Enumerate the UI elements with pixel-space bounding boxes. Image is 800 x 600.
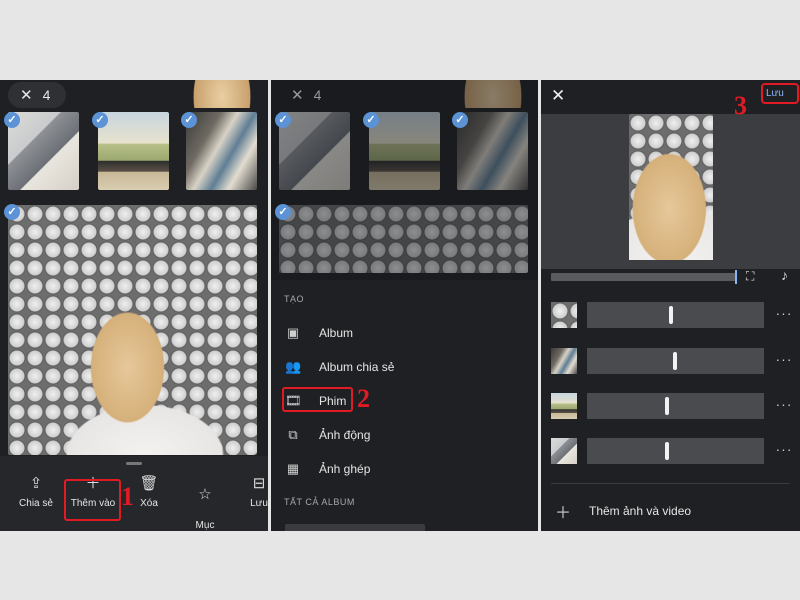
album-list-item[interactable] — [285, 524, 425, 531]
clip-trim-handle[interactable] — [673, 352, 677, 370]
create-section-header: TẠO — [284, 294, 305, 304]
sheet-handle[interactable] — [126, 462, 142, 465]
close-icon[interactable]: ✕ — [551, 86, 565, 106]
share-icon: ⇪ — [29, 475, 43, 492]
shared-album-icon: 👥 — [285, 359, 302, 374]
highlight-box — [64, 479, 121, 521]
star-icon: ☆ — [198, 486, 212, 503]
dim-overlay — [271, 80, 538, 280]
highlight-box — [282, 387, 353, 412]
clip-track[interactable]: ··· — [551, 348, 794, 374]
plus-icon: ＋ — [555, 505, 572, 522]
check-icon[interactable]: ✓ — [4, 204, 20, 220]
menu-item-animation[interactable]: ⧉ Ảnh động — [285, 427, 370, 443]
selected-count: 4 — [313, 87, 322, 103]
more-options-icon[interactable]: ··· — [774, 396, 794, 412]
more-options-icon[interactable]: ··· — [774, 441, 794, 457]
add-photos-videos-button[interactable]: ＋ Thêm ảnh và video — [555, 499, 691, 523]
highlight-box — [761, 83, 799, 104]
all-albums-section-header: TẤT CẢ ALBUM — [284, 497, 355, 507]
divider — [551, 483, 790, 484]
check-icon[interactable]: ✓ — [4, 112, 20, 128]
aspect-ratio-icon[interactable]: ⛶ — [746, 269, 754, 284]
thumbnail-van[interactable] — [98, 112, 169, 190]
clip-trim-handle[interactable] — [665, 442, 669, 460]
clip-trim-handle[interactable] — [665, 397, 669, 415]
clip-thumbnail — [551, 302, 577, 328]
clip-duration-bar[interactable] — [587, 393, 764, 419]
action-sheet: ⇪ Chia sẻ ＋ Thêm vào 🗑 Xóa ☆ Mục ưa thíc… — [0, 456, 268, 531]
more-options-icon[interactable]: ··· — [774, 305, 794, 321]
step-number-1: 1 — [121, 482, 134, 511]
archive-icon: ⊟ — [252, 475, 266, 492]
photos-selection-panel: ✓ ✓ ✓ ✓ ✕ 4 ⇪ Chia sẻ ＋ Thêm vào 🗑 Xóa ☆… — [0, 80, 268, 531]
close-icon: ✕ — [291, 87, 304, 104]
thumbnail-desk[interactable] — [186, 112, 257, 190]
clip-track[interactable]: ··· — [551, 393, 794, 419]
clip-thumbnail — [551, 393, 577, 419]
movie-editor-panel: ✕ Lưu ⛶ ♪ ··· ··· ··· ··· ＋ Thêm ảnh và … — [541, 80, 800, 531]
photo-top-partial — [178, 80, 266, 108]
favorite-button[interactable]: ☆ Mục ưa thích — [175, 476, 235, 532]
selected-count: 4 — [42, 87, 51, 103]
clip-trim-handle[interactable] — [669, 306, 673, 324]
photo-woman-sequin[interactable] — [8, 205, 257, 455]
timeline-scrubber[interactable] — [551, 270, 737, 284]
clip-track[interactable]: ··· — [551, 302, 794, 328]
music-icon[interactable]: ♪ — [781, 267, 788, 283]
clip-duration-bar[interactable] — [587, 348, 764, 374]
clip-track[interactable]: ··· — [551, 438, 794, 464]
close-icon[interactable]: ✕ — [20, 86, 33, 104]
selection-counter: ✕ 4 — [8, 82, 66, 108]
check-icon: ✓ — [275, 204, 291, 220]
step-number-3: 3 — [734, 91, 747, 120]
add-to-menu-panel: ✓ ✓ ✓ ✓ ✕ 4 TẠO ▣ Album 👥 Album chia sẻ … — [271, 80, 538, 531]
preview-area — [541, 114, 800, 269]
step-number-2: 2 — [357, 384, 370, 413]
preview-video[interactable] — [629, 114, 713, 260]
check-icon: ✓ — [452, 112, 468, 128]
share-button[interactable]: ⇪ Chia sẻ — [6, 475, 66, 510]
check-icon: ✓ — [363, 112, 379, 128]
clip-duration-bar[interactable] — [587, 438, 764, 464]
menu-item-shared-album[interactable]: 👥 Album chia sẻ — [285, 359, 394, 375]
selection-counter: ✕ 4 — [279, 82, 337, 108]
check-icon[interactable]: ✓ — [181, 112, 197, 128]
menu-item-collage[interactable]: ▦ Ảnh ghép — [285, 461, 371, 477]
check-icon[interactable]: ✓ — [92, 112, 108, 128]
collage-icon: ▦ — [286, 461, 300, 476]
clip-duration-bar[interactable] — [587, 302, 764, 328]
clip-thumbnail — [551, 348, 577, 374]
menu-item-album[interactable]: ▣ Album — [285, 325, 353, 341]
animation-icon: ⧉ — [288, 427, 298, 442]
archive-button[interactable]: ⊟ Lưu — [229, 475, 268, 510]
clip-thumbnail — [551, 438, 577, 464]
check-icon: ✓ — [275, 112, 291, 128]
more-options-icon[interactable]: ··· — [774, 351, 794, 367]
album-icon: ▣ — [286, 325, 300, 340]
